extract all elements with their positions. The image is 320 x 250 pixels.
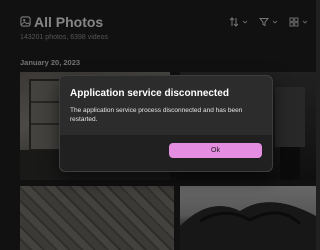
error-dialog: Application service disconnected The app…	[59, 75, 273, 172]
ok-button[interactable]: Ok	[169, 143, 262, 158]
dialog-message: The application service process disconne…	[70, 107, 243, 123]
dialog-footer: Ok	[60, 135, 272, 171]
dialog-title: Application service disconnected	[70, 88, 229, 99]
